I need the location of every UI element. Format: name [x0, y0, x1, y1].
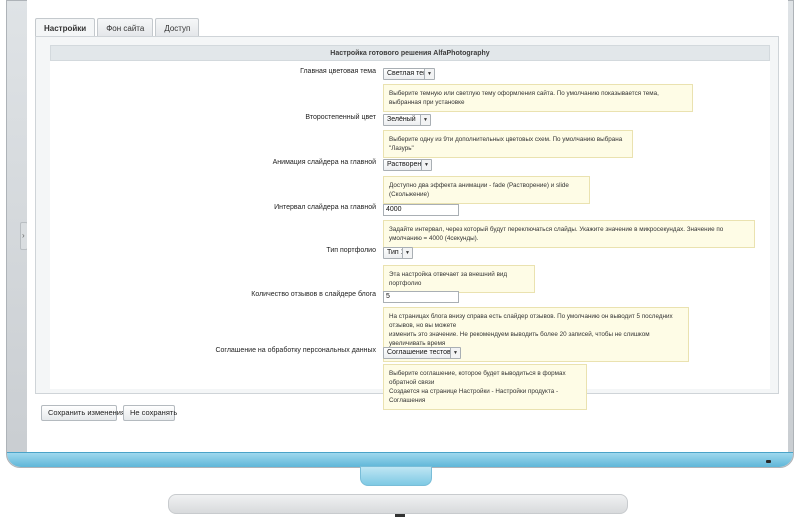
select-value: Зелёный [387, 116, 416, 123]
portfolio-type-select[interactable]: Тип 1 ▼ [383, 247, 413, 259]
tab-access[interactable]: Доступ [155, 18, 200, 37]
hint-secondary-color: Выберите одну из 9ти дополнительных цвет… [383, 130, 633, 158]
hint-text: изменить это значение. Не рекомендуем вы… [389, 331, 650, 347]
hint-text: Выберите темную или светлую тему оформле… [389, 90, 659, 106]
hint-main-theme: Выберите темную или светлую тему оформле… [383, 84, 693, 112]
chevron-down-icon: ▼ [421, 160, 431, 170]
field-label-personal-data-agreement: Соглашение на обработку персональных дан… [215, 347, 376, 354]
field-label-reviews-count: Количество отзывов в слайдере блога [251, 291, 376, 298]
hint-text: Задайте интервал, через который будут пе… [389, 226, 724, 242]
hint-text: Выберите одну из 9ти дополнительных цвет… [389, 136, 623, 152]
hint-text: Эта настройка отвечает за внешний вид по… [389, 271, 508, 287]
power-indicator [766, 460, 771, 463]
select-value: Соглашение тестовое [387, 349, 459, 356]
chevron-right-icon: › [22, 231, 25, 240]
tab-settings[interactable]: Настройки [35, 18, 96, 38]
reviews-count-input[interactable]: 5 [383, 291, 459, 303]
monitor-stand-foot [395, 514, 405, 517]
screen: Настройки Фон сайта Доступ Настройка гот… [27, 0, 788, 452]
hint-personal-data-agreement: Выберите соглашение, которое будет вывод… [383, 364, 587, 410]
chevron-down-icon: ▼ [424, 69, 434, 79]
main-theme-select[interactable]: Светлая тема ▼ [383, 68, 435, 80]
hint-portfolio-type: Эта настройка отвечает за внешний вид по… [383, 265, 535, 293]
field-label-portfolio-type: Тип портфолио [326, 247, 376, 254]
field-label-main-theme: Главная цветовая тема [300, 68, 376, 75]
agreement-select[interactable]: Соглашение тестовое ▼ [383, 347, 461, 359]
hint-slider-interval: Задайте интервал, через который будут пе… [383, 220, 755, 248]
section-title: Настройка готового решения AlfaPhotograp… [50, 45, 770, 61]
monitor-bezel-accent [7, 452, 793, 467]
save-button[interactable]: Сохранить изменения [41, 405, 125, 421]
hint-text: Доступно два эффекта анимации - fade (Ра… [389, 182, 569, 198]
chevron-down-icon: ▼ [420, 115, 430, 125]
field-label-slider-animation: Анимация слайдера на главной [272, 159, 376, 166]
hint-text: Создается на странице Настройки - Настро… [389, 388, 559, 404]
field-label-slider-interval: Интервал слайдера на главной [274, 204, 376, 211]
chevron-down-icon: ▼ [450, 348, 460, 358]
hint-slider-animation: Доступно два эффекта анимации - fade (Ра… [383, 176, 590, 204]
slider-interval-input[interactable]: 4000 [383, 204, 459, 216]
settings-form: Главная цветовая тема Светлая тема ▼ Выб… [50, 61, 770, 410]
slider-animation-select[interactable]: Растворение ▼ [383, 159, 432, 171]
settings-panel: Настройка готового решения AlfaPhotograp… [35, 36, 779, 421]
hint-text: На страницах блога внизу справа есть сла… [389, 313, 673, 329]
tab-background[interactable]: Фон сайта [97, 18, 154, 37]
field-label-secondary-color: Второстепенный цвет [305, 114, 376, 121]
chevron-down-icon: ▼ [402, 248, 412, 258]
monitor-stand-neck [360, 466, 432, 486]
cancel-button[interactable]: Не сохранять [123, 405, 177, 421]
secondary-color-select[interactable]: Зелёный ▼ [383, 114, 431, 126]
monitor-stand-base [168, 494, 628, 514]
tab-bar: Настройки Фон сайта Доступ [35, 18, 200, 38]
hint-text: Выберите соглашение, которое будет вывод… [389, 370, 566, 386]
